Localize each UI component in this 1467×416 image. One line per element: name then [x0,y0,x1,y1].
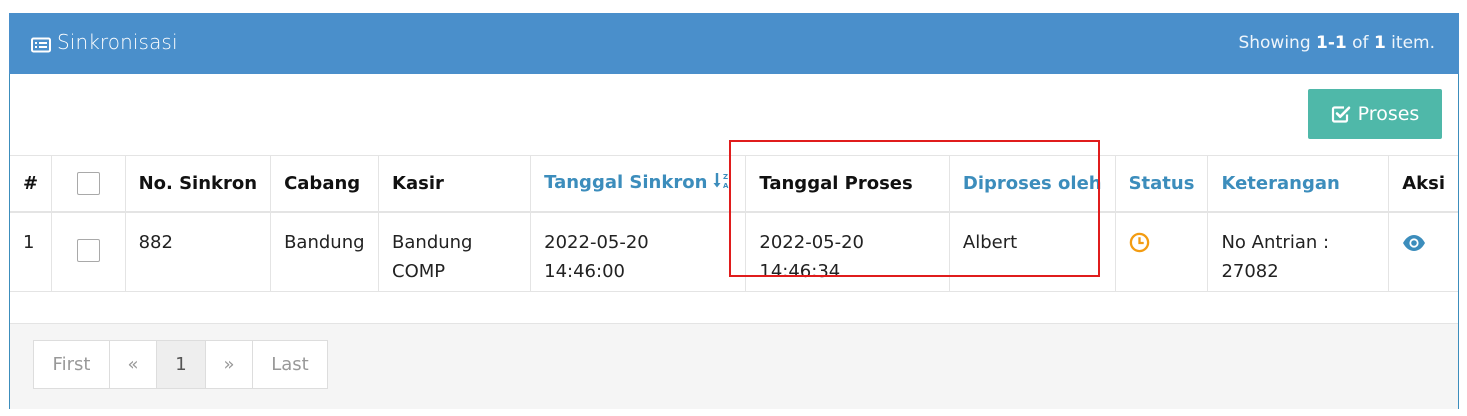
keterangan-line2: 27082 [1221,260,1279,282]
result-summary: Showing 1-1 of 1 item. [1238,33,1435,53]
table-header-row: # No. Sinkron Cabang Kasir Tanggal Sinkr… [10,155,1458,212]
cell-keterangan: No Antrian : 27082 [1207,211,1390,292]
cell-aksi [1389,212,1458,292]
panel-header: Sinkronisasi Showing 1-1 of 1 item. [9,13,1459,74]
header-num: # [10,155,53,212]
panel-title-text: Sinkronisasi [57,30,178,54]
cell-num: 1 [10,211,53,292]
pagination: First « 1 » Last [33,340,328,389]
tanggal-proses-time: 14:46:34 [759,260,841,282]
header-aksi: Aksi [1402,172,1445,194]
pagination-last[interactable]: Last [252,340,328,389]
pagination-footer: First « 1 » Last [10,323,1458,409]
sinkronisasi-table: # No. Sinkron Cabang Kasir Tanggal Sinkr… [10,155,1458,292]
keterangan-line1: No Antrian : [1221,231,1330,253]
header-cabang: Cabang [270,155,380,212]
header-status[interactable]: Status [1115,155,1209,212]
clock-icon [1129,232,1150,262]
header-tanggal-sinkron-label: Tanggal Sinkron [544,171,708,193]
panel-title: Sinkronisasi [31,30,178,54]
cell-cabang: Bandung [270,211,380,292]
kasir-line1: Bandung [392,231,473,253]
tanggal-proses-date: 2022-05-20 [759,231,864,253]
sinkronisasi-panel: Sinkronisasi Showing 1-1 of 1 item. Pros… [9,13,1459,409]
cell-kasir: Bandung COMP [378,211,532,292]
select-all-checkbox[interactable] [76,171,100,195]
pagination-prev[interactable]: « [109,340,157,389]
cell-diproses-oleh: Albert [949,211,1116,292]
header-keterangan[interactable]: Keterangan [1207,155,1390,212]
header-diproses-oleh[interactable]: Diproses oleh [949,155,1116,212]
cell-select [51,211,126,292]
list-alt-icon [31,34,51,53]
pagination-first[interactable]: First [33,340,110,389]
kasir-line2: COMP [392,260,446,282]
svg-text:A: A [723,182,729,190]
sort-desc-icon: ZA [712,171,732,196]
pagination-next[interactable]: » [205,340,253,389]
cell-status [1115,211,1209,292]
cell-tanggal-proses: 2022-05-20 14:46:34 [745,211,950,292]
header-kasir: Kasir [378,155,532,212]
check-square-icon [1331,106,1350,123]
proses-button-label: Proses [1357,103,1420,125]
eye-icon[interactable] [1402,232,1426,261]
table-row: 1 882 Bandung Bandung COMP 2022-05-20 14:… [10,211,1458,292]
cell-tanggal-sinkron: 2022-05-20 14:46:00 [530,211,747,292]
proses-button[interactable]: Proses [1308,89,1442,139]
pagination-page-1[interactable]: 1 [156,340,206,389]
header-tanggal-proses: Tanggal Proses [745,155,950,212]
row-checkbox[interactable] [76,238,100,262]
header-tanggal-sinkron[interactable]: Tanggal Sinkron Z A [530,155,747,212]
toolbar: Proses [10,74,1458,156]
header-no-sinkron: No. Sinkron [125,155,272,212]
cell-no-sinkron: 882 [125,211,272,292]
header-select-all [51,155,126,212]
svg-text:Z: Z [723,173,728,181]
